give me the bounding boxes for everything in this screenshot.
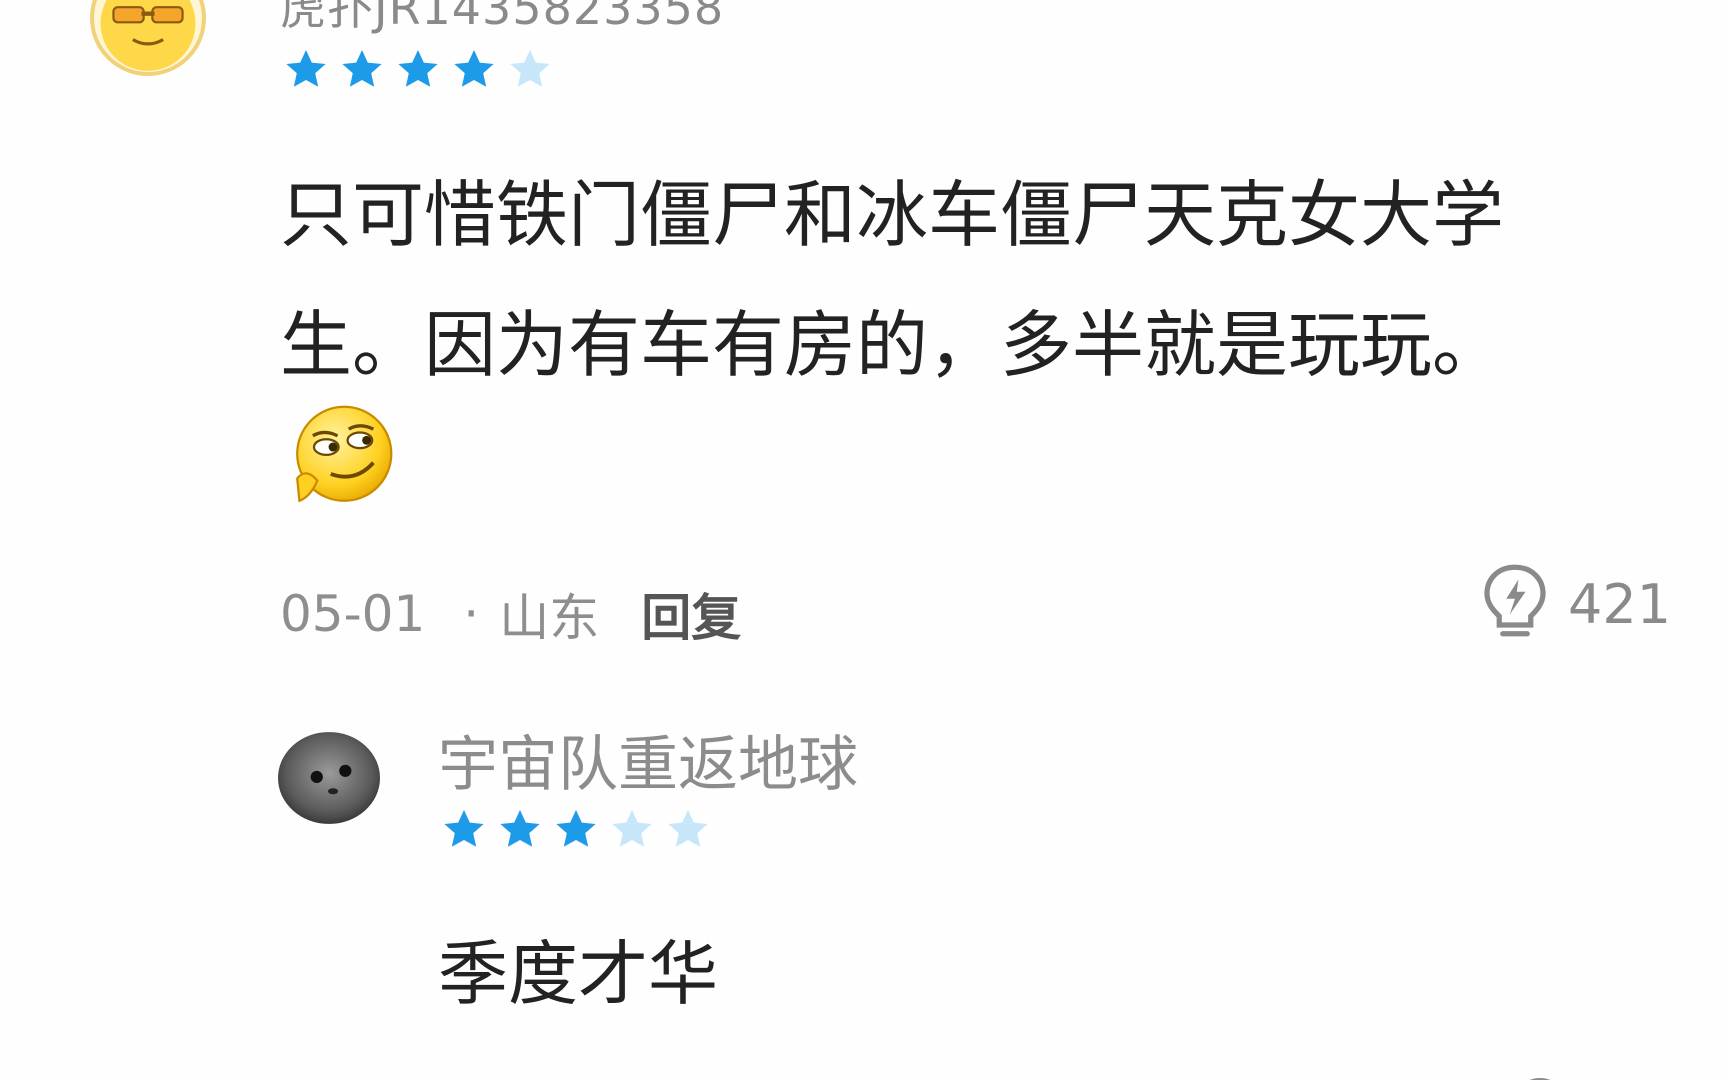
comment-text: 季度才华: [438, 933, 718, 1015]
star-empty-icon: [668, 810, 708, 847]
star-filled-icon: [444, 810, 484, 847]
star-empty-icon: [612, 810, 652, 847]
star-rating: [282, 46, 554, 94]
comment-text: 只可惜铁门僵尸和冰车僵尸天克女大学 生。因为有车有房的，多半就是玩玩。: [280, 150, 1610, 410]
smirk-emoji-icon: [296, 405, 393, 503]
star-filled-icon: [454, 50, 494, 87]
star-filled-icon: [556, 810, 596, 847]
meta-separator: ·: [463, 585, 480, 643]
like-button[interactable]: 421: [1480, 562, 1671, 646]
star-rating: [440, 806, 712, 854]
user-avatar[interactable]: [278, 732, 380, 824]
star-filled-icon: [342, 50, 382, 87]
lightbulb-icon[interactable]: [1510, 1062, 1570, 1080]
comment-date: 05-01: [280, 585, 426, 643]
comment-location: 山东: [499, 589, 600, 647]
comment-username[interactable]: 虎扑JR1435823358: [280, 0, 724, 38]
star-filled-icon: [286, 50, 326, 87]
star-filled-icon: [398, 50, 438, 87]
comment-text-line: 只可惜铁门僵尸和冰车僵尸天克女大学: [280, 173, 1505, 257]
comment-list: 虎扑JR1435823358 只可惜铁门僵尸和冰车僵尸天克女大学 生。因为有车有…: [0, 0, 1728, 1080]
like-count: 421: [1568, 572, 1672, 636]
comment-meta: 05-01 · 山东 回复: [280, 578, 741, 650]
lightbulb-icon: [1484, 564, 1546, 637]
user-avatar[interactable]: [90, 0, 206, 76]
comment-username[interactable]: 宇宙队重返地球: [438, 716, 858, 803]
star-filled-icon: [500, 810, 540, 847]
star-empty-icon: [510, 50, 550, 87]
reply-button[interactable]: 回复: [641, 578, 741, 650]
sunglasses-face-icon: [100, 0, 196, 71]
cat-avatar-icon: [278, 732, 380, 824]
comment-text-line: 生。因为有车有房的，多半就是玩玩。: [280, 303, 1505, 387]
